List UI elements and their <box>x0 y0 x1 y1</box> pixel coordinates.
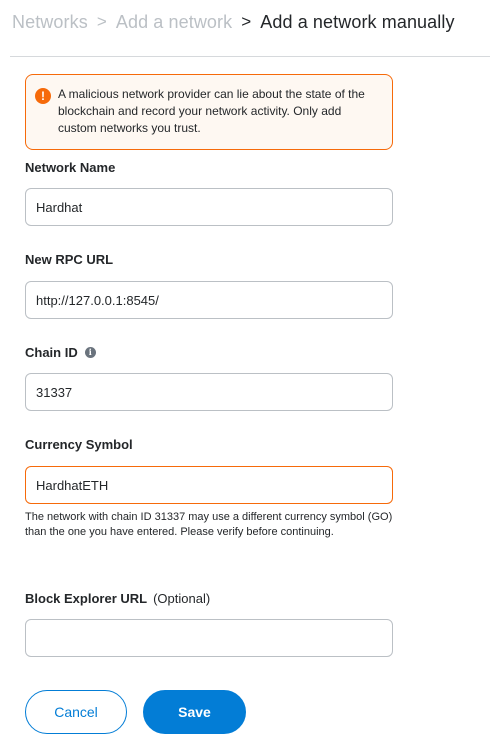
currency-symbol-label-text: Currency Symbol <box>25 437 133 452</box>
currency-symbol-input[interactable] <box>25 466 393 504</box>
security-warning-banner: ! A malicious network provider can lie a… <box>25 74 393 150</box>
chain-id-label-text: Chain ID <box>25 345 78 360</box>
block-explorer-label-text: Block Explorer URL <box>25 591 148 606</box>
exclamation-icon: ! <box>35 88 51 104</box>
currency-symbol-label: Currency Symbol <box>25 437 133 452</box>
chain-id-input[interactable] <box>25 373 393 411</box>
cancel-button[interactable]: Cancel <box>25 690 127 734</box>
rpc-url-label: New RPC URL <box>25 252 113 267</box>
breadcrumb: Networks > Add a network > Add a network… <box>12 10 455 34</box>
network-name-input[interactable] <box>25 188 393 226</box>
breadcrumb-networks[interactable]: Networks <box>12 12 88 33</box>
optional-tag: (Optional) <box>153 591 211 606</box>
rpc-url-input[interactable] <box>25 281 393 319</box>
page-title: Add a network manually <box>260 11 455 32</box>
breadcrumb-separator: > <box>241 12 252 31</box>
block-explorer-input[interactable] <box>25 619 393 657</box>
breadcrumb-add-network[interactable]: Add a network <box>116 12 232 33</box>
chain-id-label: Chain ID i <box>25 345 96 360</box>
save-button[interactable]: Save <box>143 690 246 734</box>
warning-text: A malicious network provider can lie abo… <box>58 87 365 135</box>
currency-symbol-warning: The network with chain ID 31337 may use … <box>25 511 393 538</box>
breadcrumb-separator: > <box>96 12 107 31</box>
info-icon[interactable]: i <box>84 347 96 358</box>
add-network-page: Networks > Add a network > Add a network… <box>0 0 490 748</box>
network-name-label: Network Name <box>25 160 115 175</box>
block-explorer-label: Block Explorer URL (Optional) <box>25 591 210 606</box>
header-divider <box>10 56 490 57</box>
rpc-url-label-text: New RPC URL <box>25 252 114 267</box>
network-name-label-text: Network Name <box>25 160 116 175</box>
